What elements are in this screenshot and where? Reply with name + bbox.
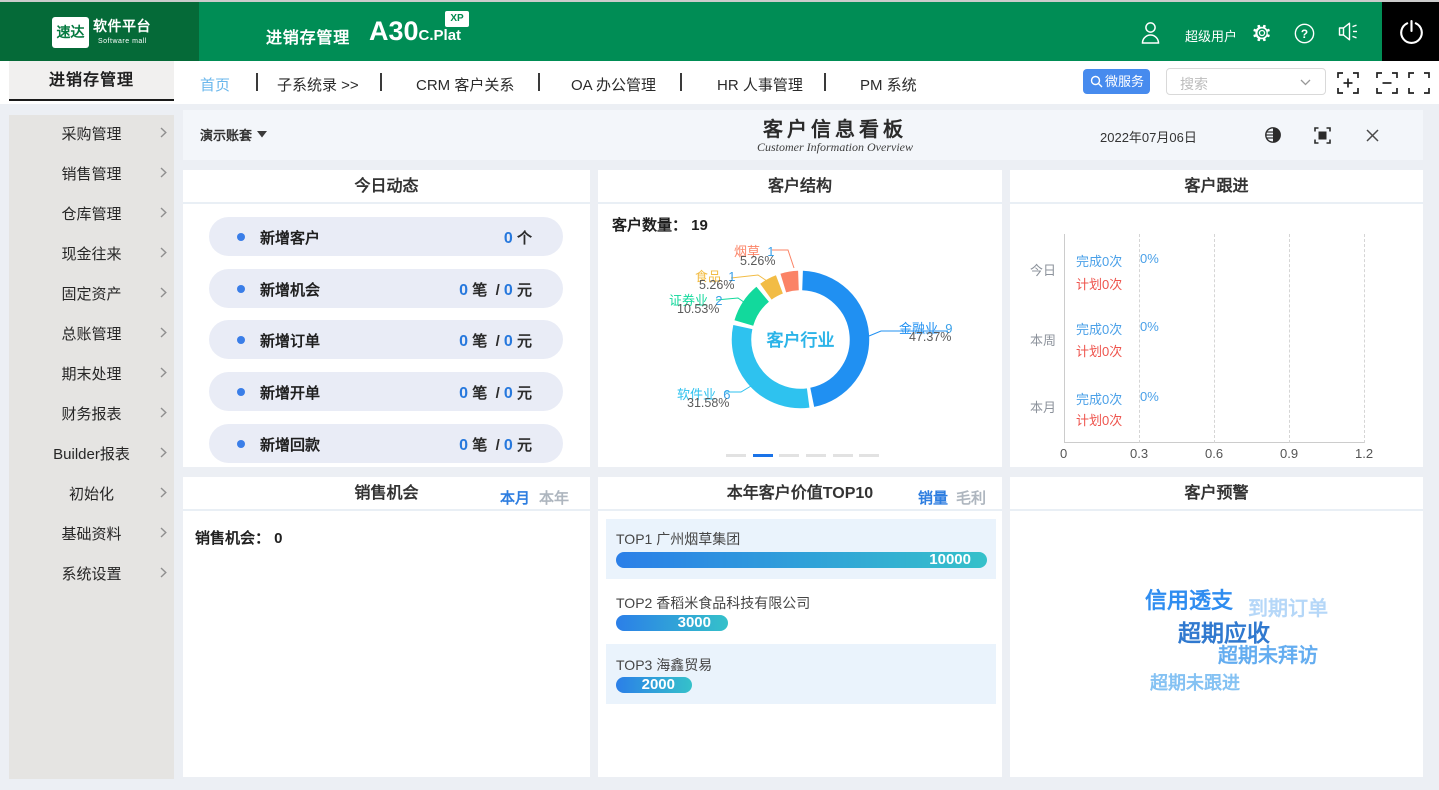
svg-text:?: ? — [1301, 27, 1308, 41]
svg-text:客户行业: 客户行业 — [766, 330, 835, 350]
